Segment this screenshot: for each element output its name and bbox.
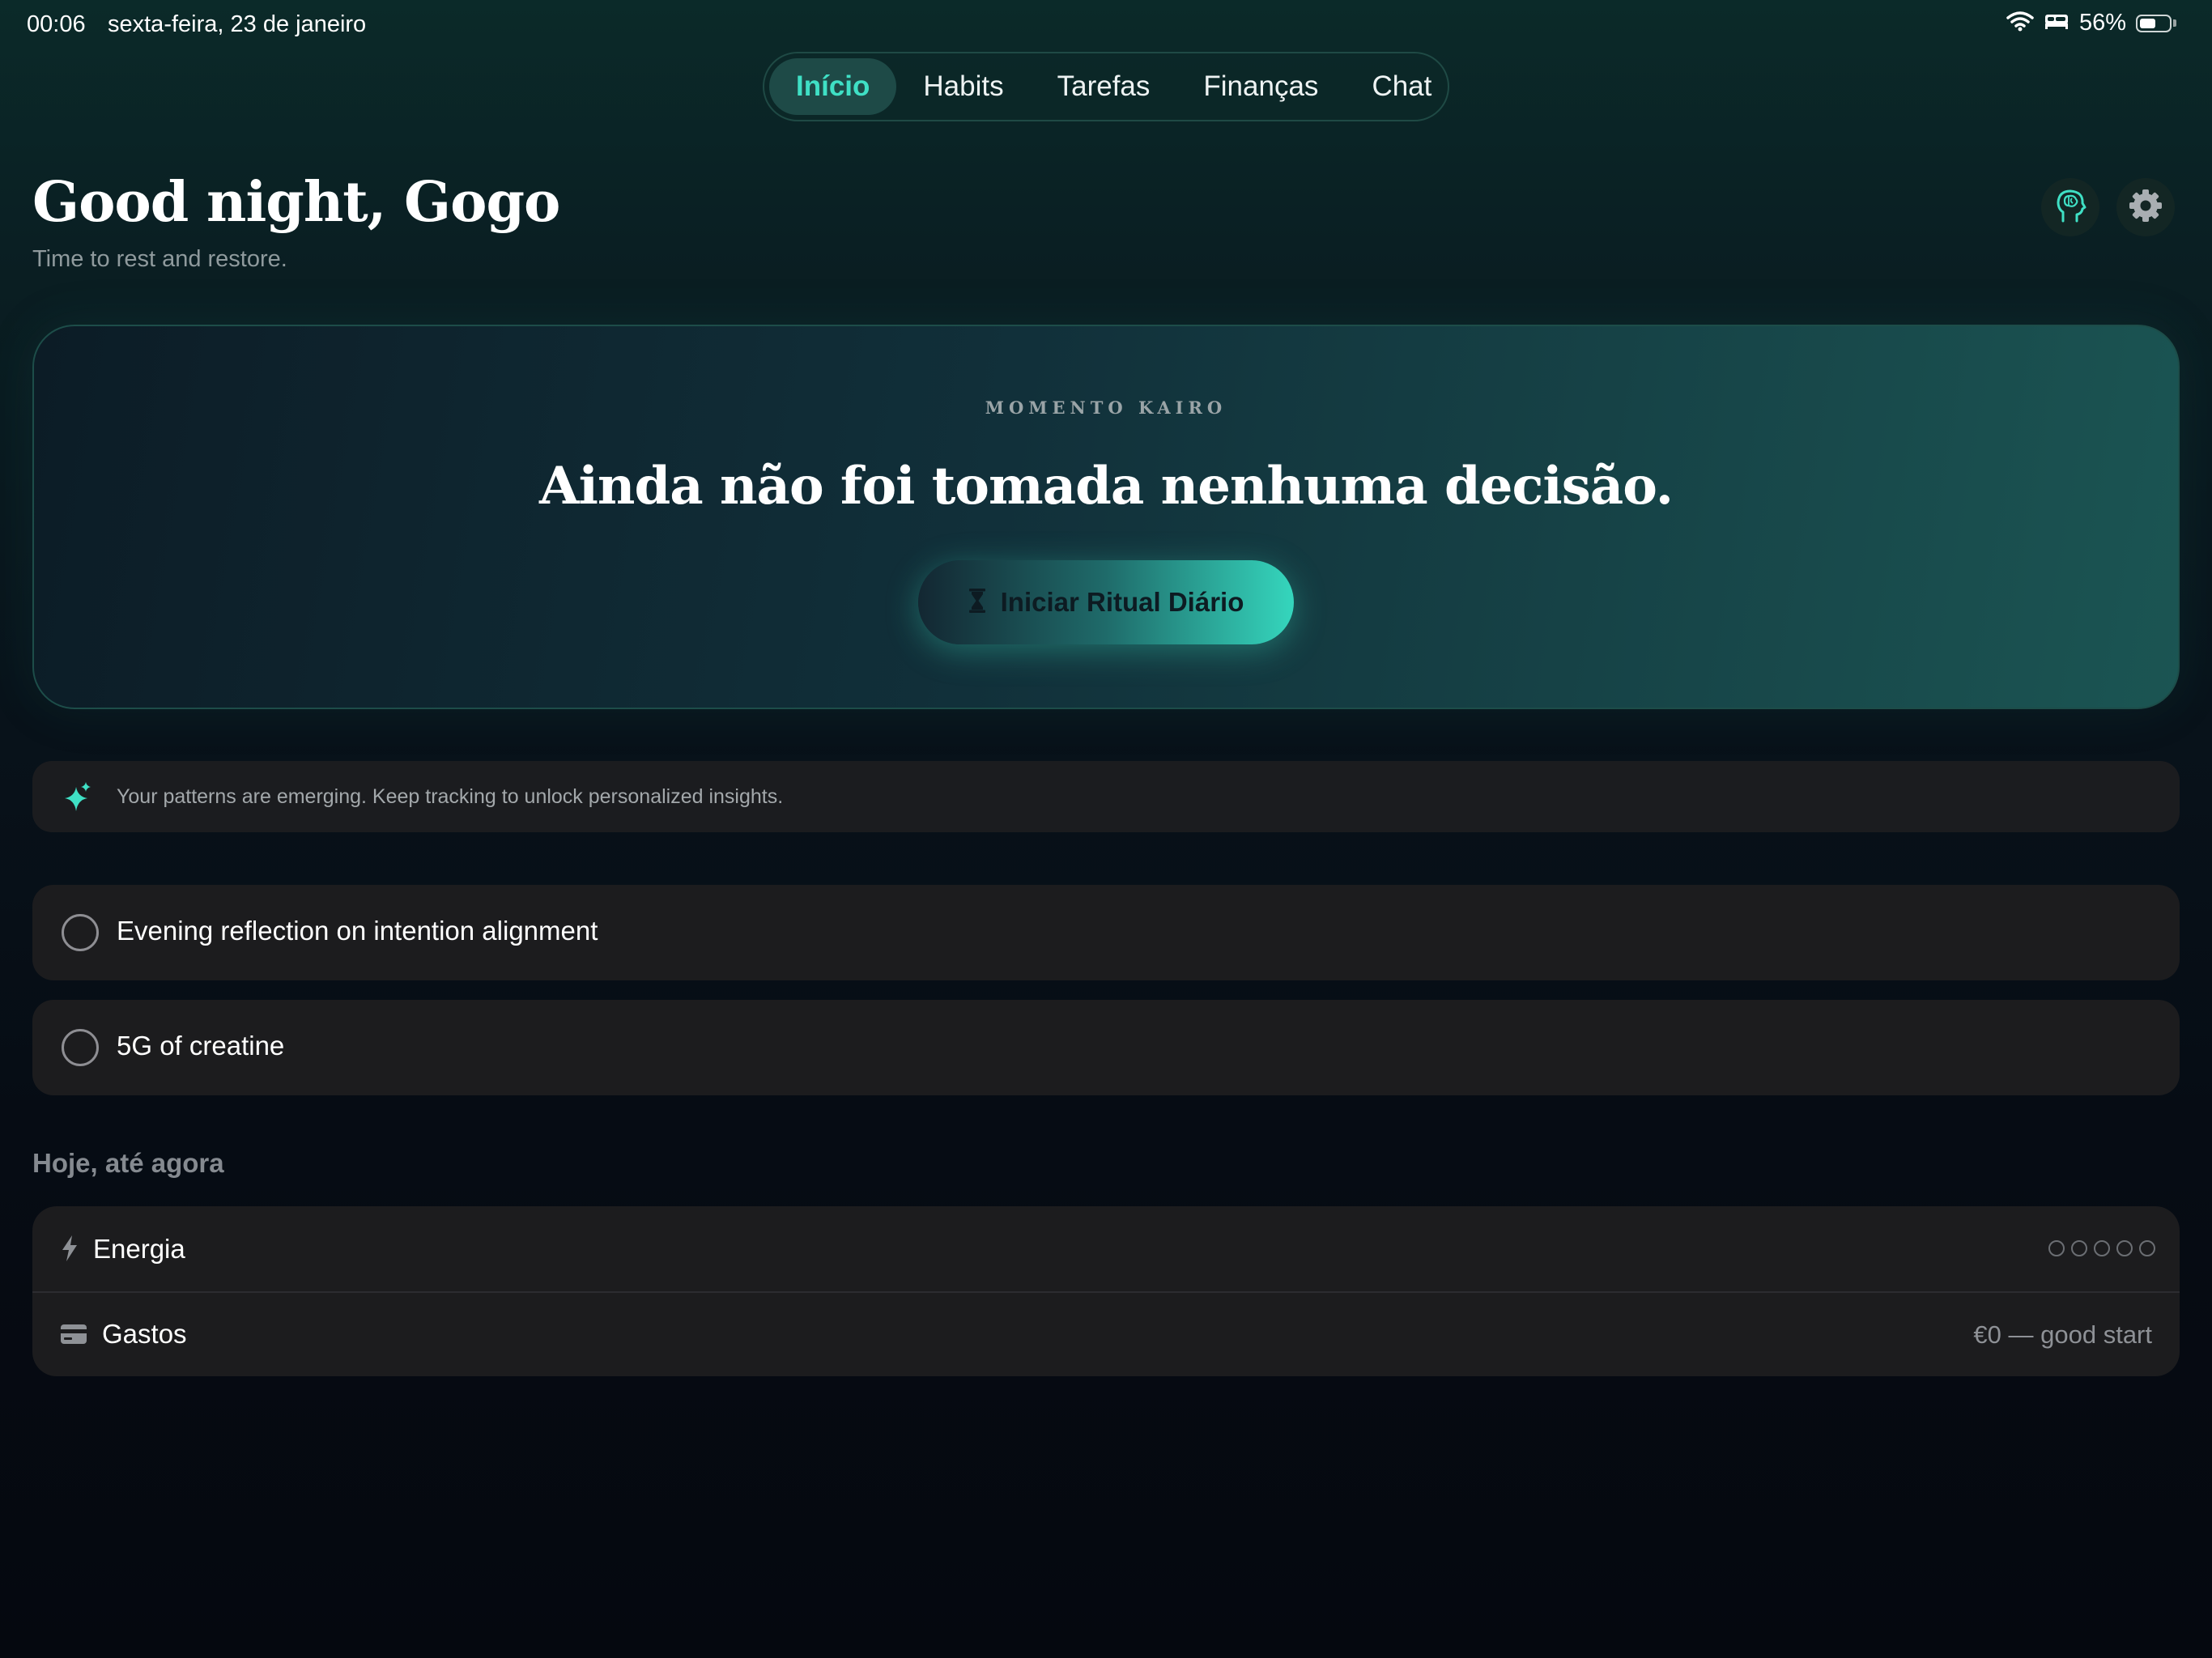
- tab-financas[interactable]: Finanças: [1176, 58, 1345, 115]
- energy-row[interactable]: Energia: [32, 1206, 2180, 1293]
- expenses-value: €0 — good start: [1973, 1320, 2152, 1349]
- brain-head-icon: [2052, 187, 2088, 228]
- settings-button[interactable]: [2116, 178, 2175, 236]
- hero-title: Ainda não foi tomada nenhuma decisão.: [538, 456, 1674, 517]
- insight-banner: Your patterns are emerging. Keep trackin…: [32, 761, 2180, 832]
- battery-percent: 56%: [2078, 10, 2126, 36]
- energy-dot[interactable]: [2094, 1240, 2110, 1256]
- hero-eyebrow: MOMENTO KAIRO: [985, 397, 1227, 418]
- tab-tarefas[interactable]: Tarefas: [1031, 58, 1177, 115]
- tab-inicio[interactable]: Início: [769, 58, 897, 115]
- energy-dot[interactable]: [2139, 1240, 2155, 1256]
- task-checkbox[interactable]: [62, 914, 99, 951]
- bolt-icon: [60, 1234, 79, 1267]
- task-checkbox[interactable]: [62, 1029, 99, 1066]
- bed-icon: [2044, 11, 2069, 35]
- task-label: Evening reflection on intention alignmen…: [117, 916, 598, 946]
- energy-label: Energia: [93, 1234, 185, 1264]
- kairo-moment-card: MOMENTO KAIRO Ainda não foi tomada nenhu…: [32, 325, 2180, 709]
- tab-chat[interactable]: Chat: [1345, 58, 1458, 115]
- task-item[interactable]: Evening reflection on intention alignmen…: [32, 885, 2180, 980]
- expenses-row[interactable]: Gastos €0 — good start: [32, 1291, 2180, 1376]
- energy-rating[interactable]: [2048, 1240, 2155, 1256]
- today-summary-card: Energia Gastos €0 — good start: [32, 1206, 2180, 1376]
- task-item[interactable]: 5G of creatine: [32, 1000, 2180, 1095]
- start-ritual-button[interactable]: Iniciar Ritual Diário: [918, 560, 1294, 644]
- status-indicators: 56%: [2006, 10, 2176, 36]
- wifi-icon: [2006, 11, 2034, 36]
- expenses-label: Gastos: [102, 1319, 187, 1349]
- gear-icon: [2127, 187, 2164, 228]
- tab-bar: Início Habits Tarefas Finanças Chat: [763, 52, 1449, 121]
- status-date: sexta-feira, 23 de janeiro: [108, 11, 367, 37]
- battery-fill: [2140, 18, 2155, 28]
- page-subtitle: Time to rest and restore.: [32, 246, 287, 272]
- energy-dot[interactable]: [2116, 1240, 2133, 1256]
- card-icon: [60, 1324, 87, 1349]
- status-time: 00:06: [27, 11, 86, 37]
- start-ritual-label: Iniciar Ritual Diário: [1000, 587, 1244, 617]
- today-section-title: Hoje, até agora: [32, 1148, 224, 1178]
- brain-profile-button[interactable]: [2041, 178, 2099, 236]
- page-title: Good night, Gogo: [32, 170, 560, 235]
- sparkle-icon: [63, 780, 92, 817]
- hourglass-icon: [968, 588, 986, 618]
- task-label: 5G of creatine: [117, 1031, 285, 1061]
- status-bar: 00:06 sexta-feira, 23 de janeiro 56%: [0, 0, 2212, 52]
- tab-habits[interactable]: Habits: [896, 58, 1030, 115]
- insight-text: Your patterns are emerging. Keep trackin…: [117, 784, 784, 808]
- energy-dot[interactable]: [2048, 1240, 2065, 1256]
- energy-dot[interactable]: [2071, 1240, 2087, 1256]
- battery-cap: [2173, 19, 2176, 27]
- battery-icon: [2136, 14, 2172, 32]
